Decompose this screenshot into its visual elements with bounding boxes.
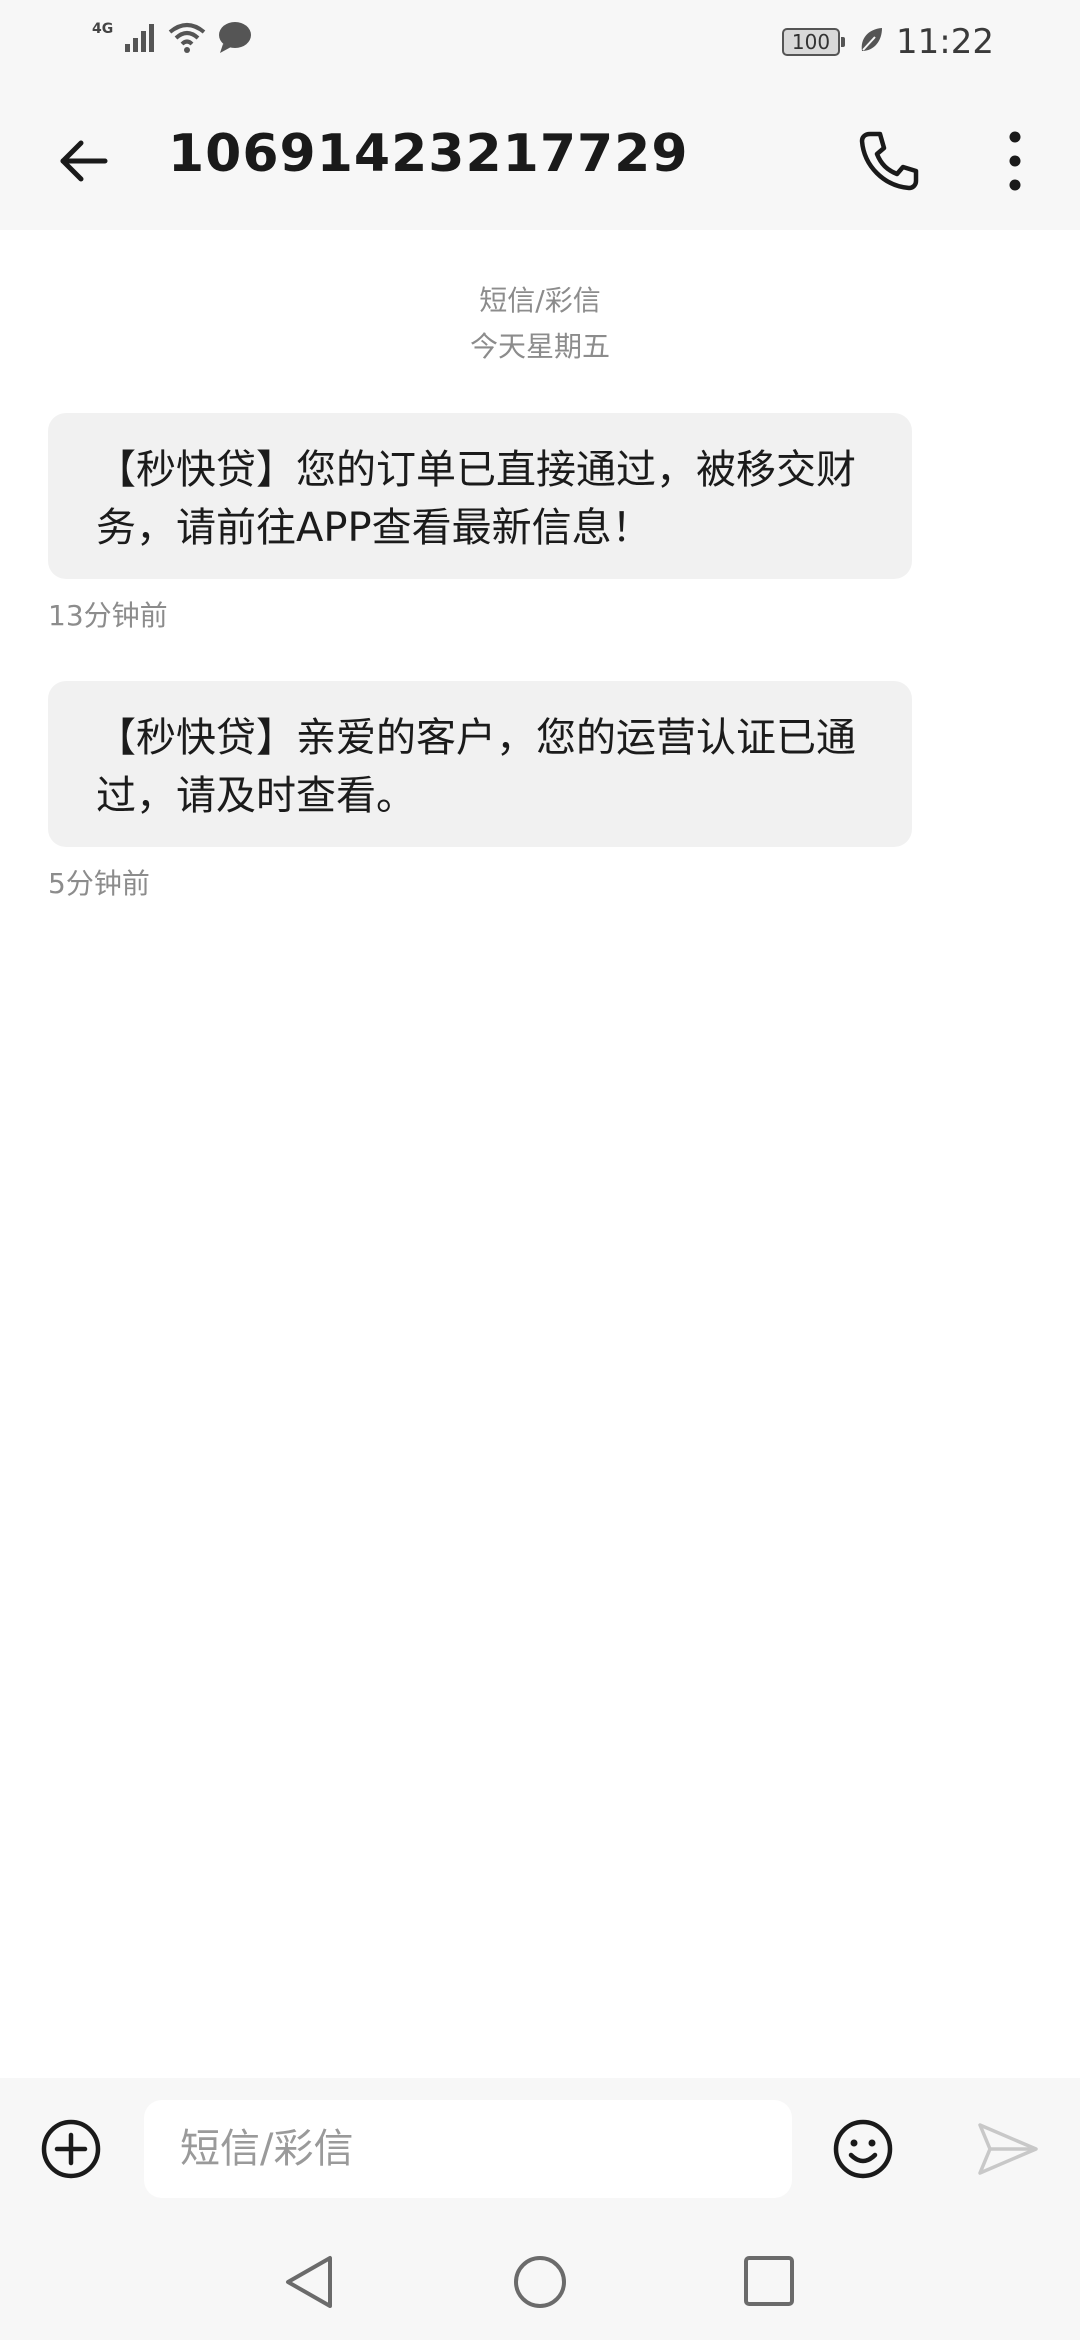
system-navigation-bar <box>0 2222 1080 2340</box>
smiley-icon <box>831 2117 895 2185</box>
message-list[interactable]: 短信/彩信 今天星期五 【秒快贷】您的订单已直接通过，被移交财务，请前往APP查… <box>0 230 1080 2078</box>
message-input[interactable] <box>144 2100 792 2198</box>
plus-circle-icon <box>39 2117 103 2185</box>
send-icon <box>976 2121 1040 2181</box>
message-time: 5分钟前 <box>48 867 150 900</box>
contact-title: 10691423217729 <box>168 124 689 184</box>
nav-back-button[interactable] <box>280 2252 342 2312</box>
message-type-label: 短信/彩信 <box>479 284 601 317</box>
date-header: 短信/彩信 今天星期五 <box>0 278 1080 370</box>
date-label: 今天星期五 <box>469 330 610 363</box>
call-button[interactable] <box>846 120 932 206</box>
status-bar: 4G 100 11:22 <box>0 0 1080 84</box>
emoji-button[interactable] <box>828 2116 898 2186</box>
nav-home-icon <box>508 2256 572 2318</box>
status-time: 11:22 <box>896 22 994 62</box>
status-right: 100 11:22 <box>782 18 994 66</box>
conversation-header: 10691423217729 <box>0 84 1080 230</box>
signal-icon <box>123 20 157 58</box>
status-left: 4G <box>92 20 253 58</box>
wifi-icon <box>167 20 207 58</box>
message-bubble[interactable]: 【秒快贷】亲爱的客户，您的运营认证已通过，请及时查看。 <box>48 681 912 847</box>
nav-recent-button[interactable] <box>740 2252 798 2310</box>
nav-back-icon <box>280 2256 342 2316</box>
arrow-left-icon <box>53 131 113 195</box>
nav-recent-icon <box>740 2256 798 2314</box>
chat-notification-icon <box>217 20 253 58</box>
nav-home-button[interactable] <box>508 2250 572 2314</box>
add-attachment-button[interactable] <box>36 2116 106 2186</box>
send-button[interactable] <box>972 2116 1044 2186</box>
battery-icon: 100 <box>782 28 846 56</box>
message-time: 13分钟前 <box>48 599 168 632</box>
phone-icon <box>856 128 922 198</box>
more-options-button[interactable] <box>972 120 1058 206</box>
network-type-label: 4G <box>92 21 114 37</box>
compose-bar <box>0 2078 1080 2222</box>
message-bubble[interactable]: 【秒快贷】您的订单已直接通过，被移交财务，请前往APP查看最新信息！ <box>48 413 912 579</box>
more-vertical-icon <box>1005 129 1025 197</box>
leaf-icon <box>858 25 884 59</box>
back-button[interactable] <box>40 120 126 206</box>
